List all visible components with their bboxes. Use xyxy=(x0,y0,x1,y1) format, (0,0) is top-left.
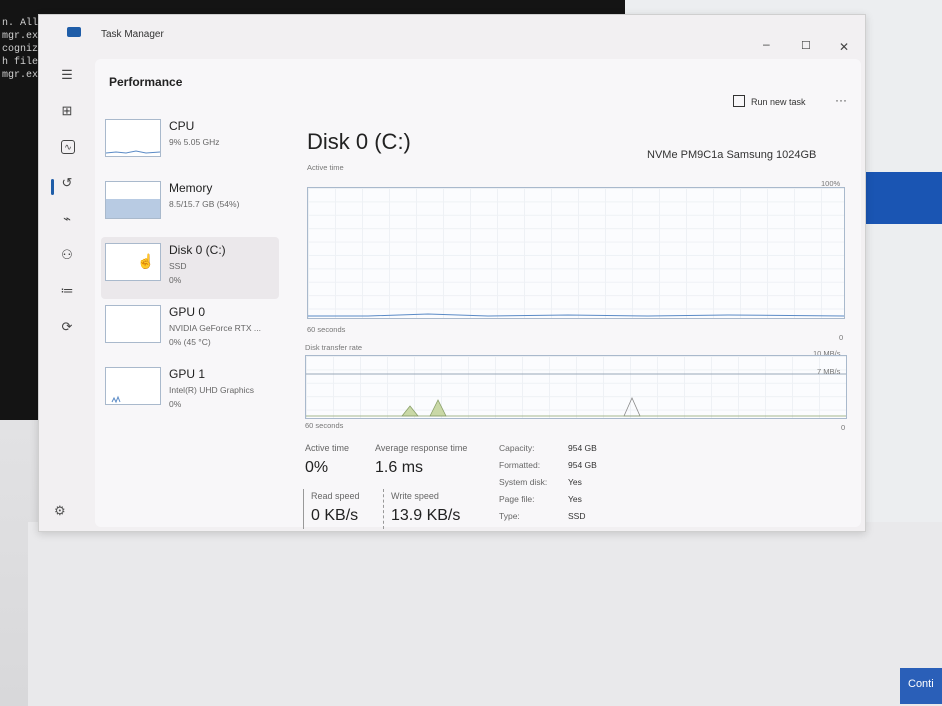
memory-usage-fill xyxy=(106,198,160,218)
app-history-icon[interactable]: ↺ xyxy=(59,175,75,191)
device-list: CPU 9% 5.05 GHz Memory 8.5/15.7 GB (54%)… xyxy=(101,113,279,423)
maximize-button[interactable]: ☐ xyxy=(801,39,811,52)
continue-button[interactable]: Conti xyxy=(900,668,942,704)
device-detail: Intel(R) UHD Graphics xyxy=(169,385,255,395)
services-icon[interactable]: ⟳ xyxy=(59,319,75,335)
property-value: Yes xyxy=(568,477,582,487)
transfer-rate-chart xyxy=(306,373,846,417)
performance-panel: Performance Run new task ··· CPU 9% 5.05… xyxy=(95,59,861,529)
close-button[interactable]: ✕ xyxy=(839,40,849,54)
device-item-memory[interactable]: Memory 8.5/15.7 GB (54%) xyxy=(101,175,279,237)
active-time-duration-label: 60 seconds xyxy=(307,325,346,334)
property-value: Yes xyxy=(568,494,582,504)
disk-model: NVMe PM9C1a Samsung 1024GB xyxy=(647,149,817,161)
device-name: CPU xyxy=(169,119,195,133)
transfer-spike xyxy=(401,405,419,417)
write-speed-divider xyxy=(383,489,385,529)
write-speed-value: 13.9 KB/s xyxy=(391,507,461,524)
device-detail: 8.5/15.7 GB (54%) xyxy=(169,199,240,209)
property-value: SSD xyxy=(568,511,586,521)
device-usage: 0% xyxy=(169,275,182,285)
active-time-graph-label: Active time xyxy=(307,163,344,172)
transfer-rate-mid-label: 7 MB/s xyxy=(817,367,841,376)
device-name: GPU 1 xyxy=(169,367,206,381)
read-speed-label: Read speed xyxy=(311,491,360,501)
performance-icon[interactable]: ∿ xyxy=(61,140,75,154)
startup-apps-icon[interactable]: ⌁ xyxy=(59,211,75,227)
active-time-min-label: 0 xyxy=(839,333,844,342)
active-time-stat-value: 0% xyxy=(305,459,329,476)
disk-title: Disk 0 (C:) xyxy=(307,129,411,154)
task-manager-window: Task Manager – ☐ ✕ ☰ ⊞ ∿ ↺ ⌁ ⚇ ≔ ⟳ ⚙ Per… xyxy=(38,14,866,532)
property-value: 954 GB xyxy=(568,460,597,470)
page-title: Performance xyxy=(109,75,183,89)
property-key: System disk: xyxy=(499,477,548,487)
users-icon[interactable]: ⚇ xyxy=(59,247,75,263)
gpu0-thumbnail xyxy=(105,305,161,343)
device-detail: NVIDIA GeForce RTX ... xyxy=(169,323,261,333)
window-title: Task Manager xyxy=(101,29,164,40)
write-speed-label: Write speed xyxy=(391,491,439,501)
cpu-thumbnail xyxy=(105,119,161,157)
transfer-rate-duration-label: 60 seconds xyxy=(305,421,344,430)
transfer-rate-graph xyxy=(305,355,847,419)
cpu-mini-graph xyxy=(105,150,161,154)
device-name: Disk 0 (C:) xyxy=(169,243,226,257)
property-key: Capacity: xyxy=(499,443,535,453)
task-manager-icon xyxy=(67,27,81,37)
background-panel xyxy=(28,522,942,706)
property-value: 954 GB xyxy=(568,443,597,453)
property-key: Formatted: xyxy=(499,460,541,470)
more-options-button[interactable]: ··· xyxy=(835,93,847,107)
details-icon[interactable]: ≔ xyxy=(59,283,75,299)
device-item-gpu1[interactable]: GPU 1 Intel(R) UHD Graphics 0% xyxy=(101,361,279,423)
avg-response-stat-label: Average response time xyxy=(375,443,468,453)
run-new-task-button[interactable]: Run new task xyxy=(733,95,806,107)
gpu1-thumbnail xyxy=(105,367,161,405)
gpu1-mini-graph xyxy=(111,395,121,404)
read-speed-divider xyxy=(303,489,304,529)
device-detail: 9% 5.05 GHz xyxy=(169,137,220,147)
active-indicator xyxy=(51,179,54,195)
settings-gear-icon[interactable]: ⚙ xyxy=(54,503,66,519)
device-detail: SSD xyxy=(169,261,187,271)
hamburger-menu-icon[interactable]: ☰ xyxy=(59,67,75,83)
device-name: Memory xyxy=(169,181,213,195)
transfer-spike xyxy=(429,399,447,417)
active-time-line xyxy=(308,313,844,317)
run-task-icon xyxy=(733,95,745,107)
navigation-rail: ☰ ⊞ ∿ ↺ ⌁ ⚇ ≔ ⟳ xyxy=(39,55,95,531)
device-usage: 0% (45 °C) xyxy=(169,337,211,347)
property-key: Type: xyxy=(499,511,520,521)
processes-icon[interactable]: ⊞ xyxy=(59,103,75,119)
title-bar: Task Manager – ☐ ✕ xyxy=(39,15,865,55)
hand-cursor-icon: ☝ xyxy=(137,253,155,269)
run-new-task-label: Run new task xyxy=(751,97,806,107)
minimize-button[interactable]: – xyxy=(763,37,770,51)
active-time-stat-label: Active time xyxy=(305,443,350,453)
device-name: GPU 0 xyxy=(169,305,206,319)
device-item-gpu0[interactable]: GPU 0 NVIDIA GeForce RTX ... 0% (45 °C) xyxy=(101,299,279,361)
active-time-graph xyxy=(307,187,845,319)
read-speed-value: 0 KB/s xyxy=(311,507,359,524)
transfer-rate-min-label: 0 xyxy=(841,423,846,432)
transfer-spike xyxy=(623,397,641,417)
property-key: Page file: xyxy=(499,494,535,504)
avg-response-stat-value: 1.6 ms xyxy=(375,459,424,476)
background-banner xyxy=(862,172,942,224)
device-item-disk[interactable]: ☝ Disk 0 (C:) SSD 0% xyxy=(101,237,279,299)
device-usage: 0% xyxy=(169,399,182,409)
device-item-cpu[interactable]: CPU 9% 5.05 GHz xyxy=(101,113,279,175)
transfer-rate-graph-label: Disk transfer rate xyxy=(305,343,363,352)
memory-thumbnail xyxy=(105,181,161,219)
